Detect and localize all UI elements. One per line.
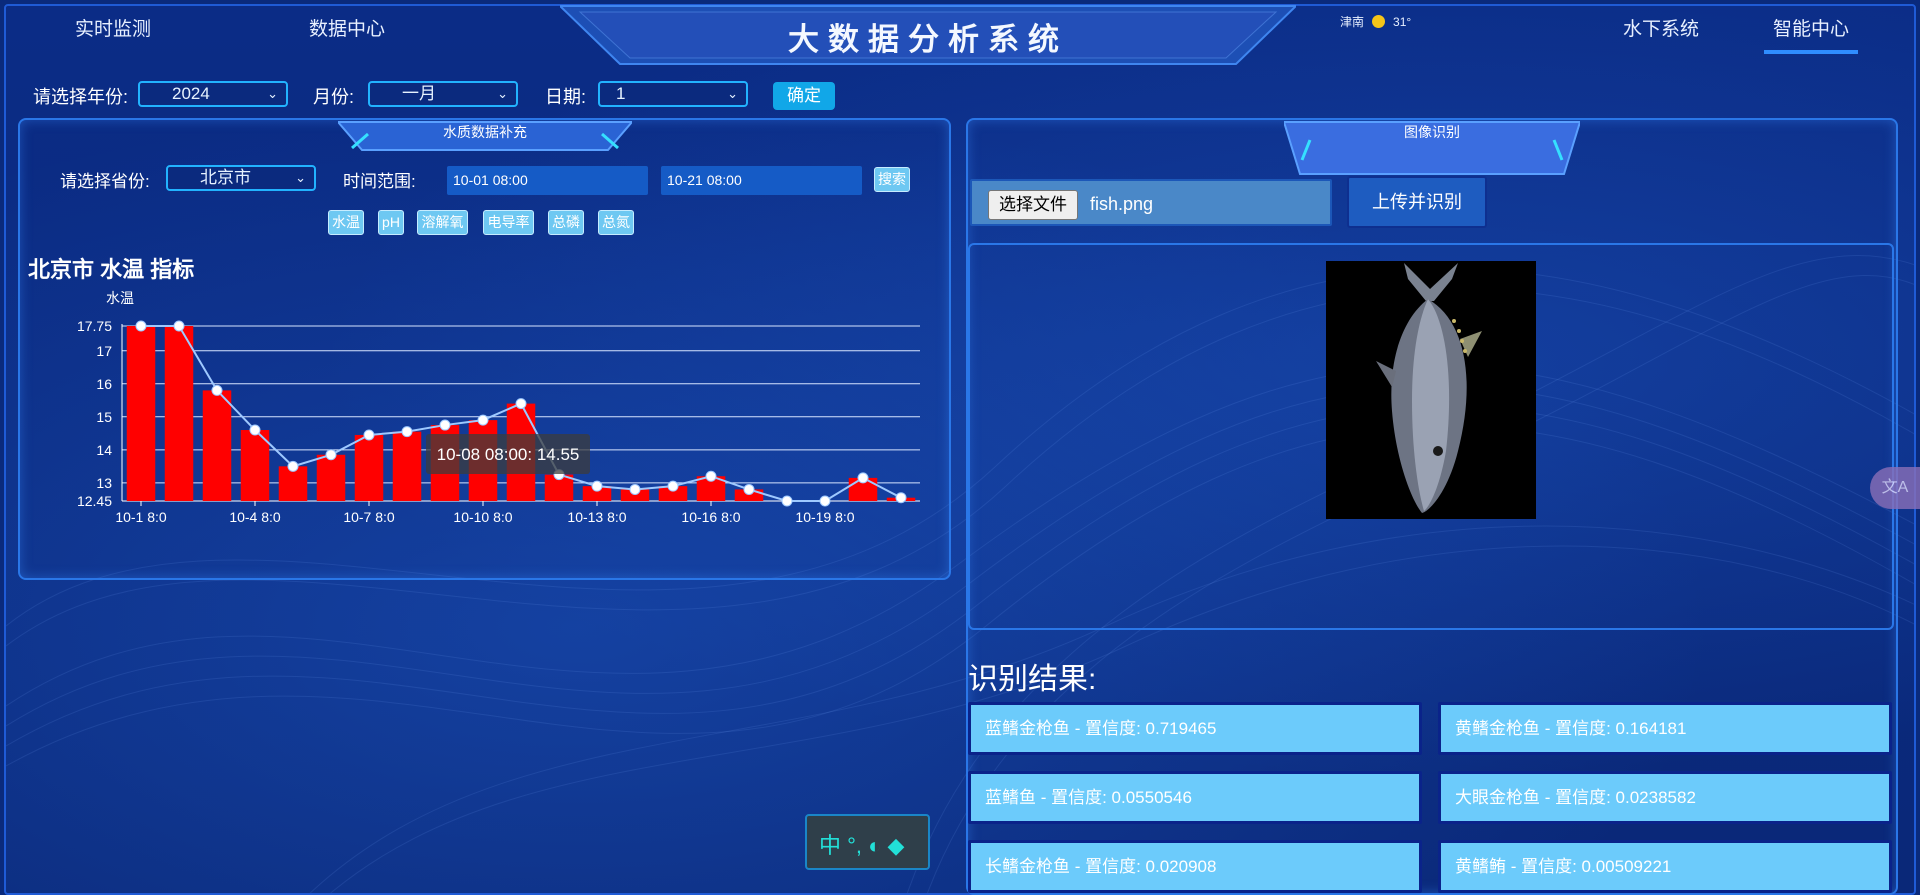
y-tick-label: 14 (96, 442, 112, 458)
x-tick-label: 10-7 8:0 (343, 509, 395, 525)
result-item: 黄鳍鲔 - 置信度: 0.00509221 (1438, 840, 1892, 893)
chart-point (325, 449, 337, 461)
result-item: 蓝鳍鱼 - 置信度: 0.0550546 (968, 771, 1422, 824)
chart-bar (316, 454, 346, 501)
chart-point (895, 492, 907, 504)
chart-point (287, 460, 299, 472)
water-temp-chart: 水温 12.45 13 14 15 16 17 17.75 10-1 8:0 10-4 8:0 10… (77, 290, 920, 525)
y-tick-label: 13 (96, 475, 112, 491)
y-tick-label: 12.45 (77, 493, 112, 509)
fish-image (1326, 261, 1536, 519)
file-picker: 选择文件 fish.png (970, 179, 1332, 226)
chart-bar (392, 431, 422, 501)
nav-intelligence-center[interactable]: 智能中心 (1764, 14, 1858, 54)
chart-point (857, 472, 869, 484)
x-tick-label: 10-13 8:0 (567, 509, 626, 525)
sun-icon (1372, 15, 1386, 28)
result-item: 蓝鳍金枪鱼 - 置信度: 0.719465 (968, 702, 1422, 755)
x-tick-label: 10-16 8:0 (681, 509, 740, 525)
ime-widget[interactable]: 中 °, ◐ ◆ (805, 814, 930, 870)
chart-point (591, 480, 603, 492)
chart-point (135, 320, 147, 332)
chart-bar (202, 390, 232, 501)
chart-bar (354, 434, 384, 501)
x-tick-label: 10-19 8:0 (795, 509, 854, 525)
y-tick-label: 15 (96, 409, 112, 425)
chart-bar (164, 326, 194, 501)
chart-point (477, 414, 489, 426)
choose-file-button[interactable]: 选择文件 (988, 190, 1078, 220)
chart-point (781, 495, 793, 507)
translate-icon[interactable]: 文A (1870, 467, 1920, 509)
y-tick-label: 17.75 (77, 318, 112, 334)
y-axis-label: 水温 (106, 290, 134, 306)
y-tick-label: 17 (96, 343, 112, 359)
chart-bar (126, 326, 156, 501)
weather-widget: 津南 31° (1340, 13, 1411, 30)
chart-point (173, 320, 185, 332)
chart-point (667, 480, 679, 492)
result-title: 识别结果: (968, 663, 1097, 696)
y-tick-label: 16 (96, 376, 112, 392)
x-tick-label: 10-4 8:0 (229, 509, 281, 525)
chart-tooltip-text: 10-08 08:00: 14.55 (437, 445, 580, 464)
chart-point (743, 483, 755, 495)
nav-underwater-system[interactable]: 水下系统 (1623, 14, 1699, 41)
chart-point (211, 384, 223, 396)
result-item: 黄鳍金枪鱼 - 置信度: 0.164181 (1438, 702, 1892, 755)
weather-city: 津南 (1340, 15, 1365, 29)
file-name-text: fish.png (1090, 194, 1154, 214)
x-tick-label: 10-1 8:0 (115, 509, 167, 525)
weather-temperature: 31° (1393, 14, 1412, 29)
chart-point (363, 429, 375, 441)
chart-point (439, 419, 451, 431)
result-item: 大眼金枪鱼 - 置信度: 0.0238582 (1438, 771, 1892, 824)
chart-point (515, 398, 527, 410)
result-item: 长鳍金枪鱼 - 置信度: 0.020908 (968, 840, 1422, 893)
chart-point (401, 426, 413, 438)
x-tick-label: 10-10 8:0 (453, 509, 512, 525)
chart-point (705, 470, 717, 482)
chart-point (249, 424, 261, 436)
upload-recognize-button[interactable]: 上传并识别 (1347, 176, 1487, 228)
panel-tab-title: 图像识别 (1404, 124, 1460, 140)
chart-point (629, 483, 641, 495)
